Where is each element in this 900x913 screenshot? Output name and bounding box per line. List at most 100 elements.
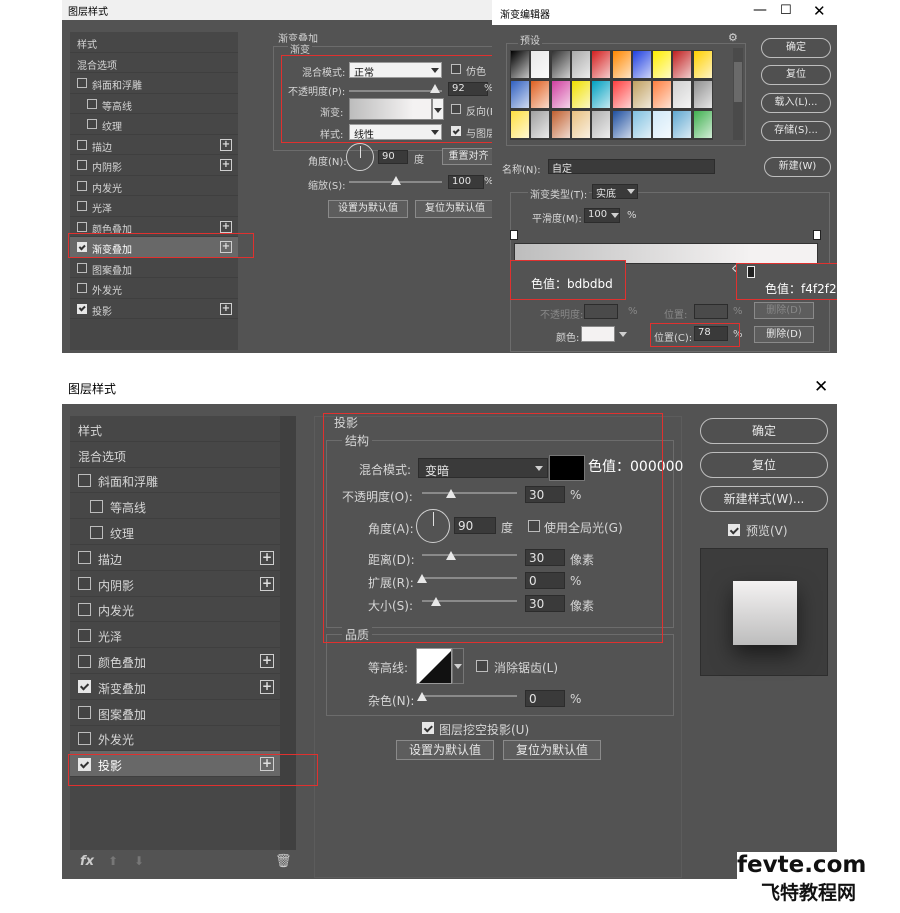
size-input[interactable]: 30 bbox=[525, 595, 565, 612]
bottom-list-scrollbar[interactable] bbox=[280, 416, 296, 850]
sidebar-item-checkbox[interactable] bbox=[87, 119, 97, 130]
sidebar-item[interactable]: 等高线 bbox=[70, 493, 280, 520]
sidebar-item-checkbox[interactable] bbox=[77, 262, 87, 273]
spread-input[interactable]: 0 bbox=[525, 572, 565, 589]
sidebar-item[interactable]: 投影 + bbox=[70, 751, 280, 778]
sidebar-item-checkbox[interactable] bbox=[77, 180, 87, 191]
sidebar-item[interactable]: 纹理 bbox=[70, 519, 280, 545]
gradient-smooth-input[interactable]: 100 bbox=[584, 208, 620, 223]
sidebar-item[interactable]: 光泽 bbox=[70, 196, 238, 217]
gradient-new-button[interactable]: 新建(W) bbox=[764, 157, 831, 177]
sidebar-item[interactable]: 外发光 bbox=[70, 726, 280, 752]
bottom-set-default-button[interactable]: 设置为默认值 bbox=[396, 740, 494, 760]
preset-swatch[interactable] bbox=[510, 80, 530, 109]
global-light-checkbox[interactable] bbox=[528, 520, 540, 532]
preset-swatch[interactable] bbox=[550, 80, 571, 109]
bottom-opacity-thumb[interactable] bbox=[445, 489, 456, 498]
gradient-load-button[interactable]: 载入(L)... bbox=[761, 93, 831, 113]
opacity-stop-left[interactable] bbox=[510, 230, 518, 240]
add-effect-icon[interactable]: + bbox=[260, 550, 274, 565]
sidebar-item-checkbox[interactable] bbox=[78, 473, 91, 487]
stop-location-input[interactable] bbox=[694, 304, 728, 319]
sidebar-item[interactable]: 内阴影 + bbox=[70, 571, 280, 597]
gradient-save-button[interactable]: 存储(S)... bbox=[761, 121, 831, 141]
sidebar-item-checkbox[interactable] bbox=[87, 98, 97, 109]
gradient-ok-button[interactable]: 确定 bbox=[761, 38, 831, 58]
add-effect-icon[interactable]: + bbox=[260, 576, 274, 591]
size-thumb[interactable] bbox=[431, 597, 442, 606]
preset-swatch[interactable] bbox=[611, 50, 632, 79]
preset-swatch[interactable] bbox=[672, 110, 693, 139]
preset-swatch[interactable] bbox=[652, 110, 673, 139]
sidebar-item[interactable]: 内阴影 + bbox=[70, 155, 238, 176]
top-angle-input[interactable]: 90 bbox=[378, 150, 408, 164]
stop-color-swatch[interactable] bbox=[581, 326, 615, 342]
sidebar-item[interactable]: 投影 + bbox=[70, 299, 238, 319]
new-style-button[interactable]: 新建样式(W)... bbox=[700, 486, 828, 512]
preset-swatch[interactable] bbox=[550, 50, 571, 79]
sidebar-item[interactable]: 渐变叠加 + bbox=[70, 674, 280, 700]
bottom-ok-button[interactable]: 确定 bbox=[700, 418, 828, 444]
sidebar-item[interactable]: 纹理 bbox=[70, 114, 238, 135]
preset-swatch[interactable] bbox=[570, 50, 591, 79]
preset-swatch[interactable] bbox=[631, 110, 652, 139]
sidebar-item[interactable]: 样式 bbox=[70, 416, 280, 442]
bottom-angle-input[interactable]: 90 bbox=[454, 517, 496, 534]
top-gradient-swatch[interactable] bbox=[349, 98, 432, 120]
add-effect-icon[interactable]: + bbox=[220, 138, 232, 151]
distance-input[interactable]: 30 bbox=[525, 549, 565, 566]
fx-icon[interactable]: fx bbox=[80, 854, 94, 869]
noise-input[interactable]: 0 bbox=[525, 690, 565, 707]
sidebar-item-checkbox[interactable] bbox=[78, 680, 91, 694]
bottom-angle-dial[interactable] bbox=[416, 509, 450, 543]
antialias-checkbox[interactable] bbox=[476, 660, 488, 672]
preset-swatch[interactable] bbox=[692, 110, 713, 139]
sidebar-item-checkbox[interactable] bbox=[78, 654, 91, 668]
preset-swatch[interactable] bbox=[692, 80, 713, 109]
gradient-reset-button[interactable]: 复位 bbox=[761, 65, 831, 85]
top-dither-checkbox[interactable] bbox=[451, 64, 461, 74]
preset-swatch[interactable] bbox=[570, 110, 591, 139]
top-scale-thumb[interactable] bbox=[390, 176, 401, 185]
preset-swatch[interactable] bbox=[631, 50, 652, 79]
stop-color-delete-button[interactable]: 删除(D) bbox=[754, 326, 814, 343]
preset-swatch[interactable] bbox=[611, 80, 632, 109]
top-reset-default-button[interactable]: 复位为默认值 bbox=[415, 200, 495, 218]
bottom-opacity-slider[interactable] bbox=[422, 492, 517, 494]
preset-swatch[interactable] bbox=[530, 110, 551, 139]
preset-swatch[interactable] bbox=[672, 80, 693, 109]
sidebar-item[interactable]: 混合选项 bbox=[70, 442, 280, 468]
distance-thumb[interactable] bbox=[445, 551, 456, 560]
presets-scrollbar[interactable] bbox=[733, 48, 743, 140]
top-blend-select[interactable]: 正常 bbox=[349, 62, 442, 79]
sidebar-item-checkbox[interactable] bbox=[78, 757, 91, 771]
sidebar-item[interactable]: 样式 bbox=[70, 32, 238, 53]
top-opacity-slider[interactable] bbox=[349, 90, 442, 92]
preset-swatch[interactable] bbox=[591, 110, 612, 139]
preset-swatch[interactable] bbox=[591, 50, 612, 79]
sidebar-item[interactable]: 光泽 bbox=[70, 622, 280, 649]
sidebar-item-checkbox[interactable] bbox=[78, 706, 91, 720]
sidebar-item-checkbox[interactable] bbox=[78, 577, 91, 591]
spread-thumb[interactable] bbox=[417, 574, 427, 583]
noise-slider[interactable] bbox=[422, 695, 517, 697]
opacity-stop-right[interactable] bbox=[813, 230, 821, 240]
gradient-name-input[interactable]: 自定 bbox=[548, 159, 715, 175]
shadow-color-swatch[interactable] bbox=[549, 455, 585, 481]
distance-slider[interactable] bbox=[422, 554, 517, 556]
top-angle-dial[interactable] bbox=[346, 143, 374, 171]
preset-swatch[interactable] bbox=[611, 110, 632, 139]
sidebar-item[interactable]: 颜色叠加 + bbox=[70, 217, 238, 237]
sidebar-item-checkbox[interactable] bbox=[77, 242, 87, 253]
gear-icon[interactable]: ⚙ bbox=[728, 31, 738, 44]
move-up-icon[interactable]: ⬆ bbox=[108, 854, 118, 868]
gradient-type-select[interactable]: 实底 bbox=[592, 184, 638, 200]
chevron-down-icon[interactable] bbox=[619, 332, 627, 337]
sidebar-item-checkbox[interactable] bbox=[77, 221, 87, 232]
bottom-reset-button[interactable]: 复位 bbox=[700, 452, 828, 478]
sidebar-item-checkbox[interactable] bbox=[77, 201, 87, 212]
maximize-icon[interactable]: ☐ bbox=[780, 3, 792, 18]
preset-swatch[interactable] bbox=[631, 80, 652, 109]
add-effect-icon[interactable]: + bbox=[260, 654, 274, 669]
preset-swatch[interactable] bbox=[510, 50, 530, 79]
